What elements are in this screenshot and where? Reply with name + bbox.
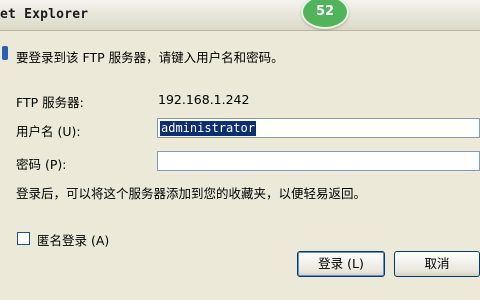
anonymous-checkbox[interactable] — [17, 232, 30, 245]
count-badge: 52 — [301, 0, 349, 29]
password-input[interactable] — [157, 151, 480, 171]
username-input[interactable]: administrator — [157, 118, 480, 138]
info-icon — [2, 46, 8, 60]
password-label: 密码 (P): — [16, 157, 67, 172]
title-bar: et Explorer 52 — [0, 0, 480, 31]
anonymous-label[interactable]: 匿名登录 (A) — [37, 230, 109, 249]
favorites-note: 登录后，可以将这个服务器添加到您的收藏夹，以便轻易返回。 — [16, 186, 367, 201]
server-value: 192.168.1.242 — [158, 92, 250, 107]
login-button[interactable]: 登录 (L) — [297, 251, 385, 277]
server-label: FTP 服务器: — [16, 95, 84, 110]
login-prompt: 要登录到该 FTP 服务器，请键入用户名和密码。 — [16, 50, 284, 65]
username-label: 用户名 (U): — [16, 124, 81, 139]
username-value: administrator — [160, 121, 256, 136]
cancel-button[interactable]: 取消 — [394, 251, 480, 277]
window-title: et Explorer — [0, 7, 89, 22]
